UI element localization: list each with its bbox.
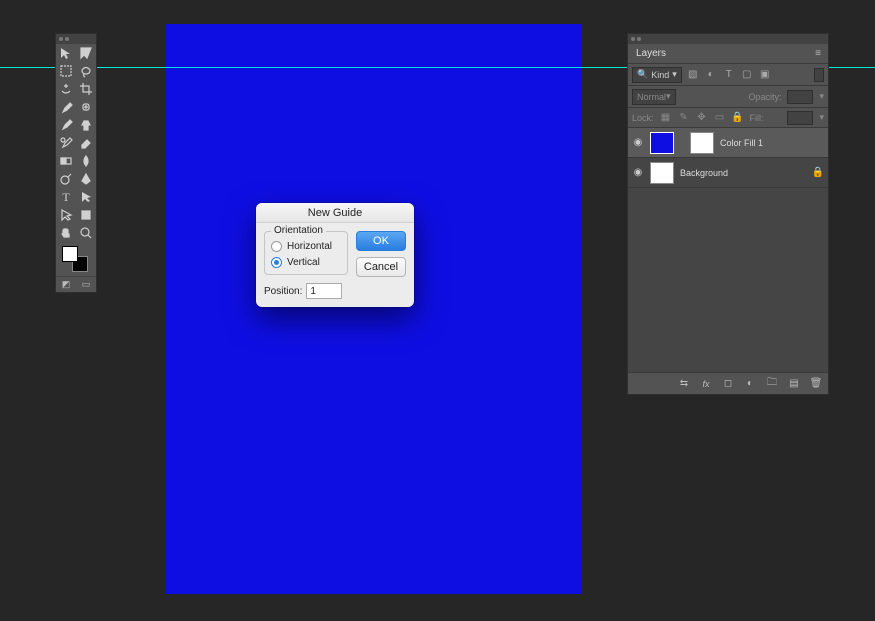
history-brush-tool-icon[interactable] [56, 134, 76, 152]
dialog-title: New Guide [256, 203, 414, 223]
layers-filter-bar: 🔍 Kind ▾ ▧ ◐ T ▢ ▣ [628, 64, 828, 86]
layer-thumbnail[interactable] [650, 132, 674, 154]
quick-mask-icon[interactable]: ◩ [61, 280, 71, 290]
healing-tool-icon[interactable] [76, 98, 96, 116]
lasso-tool-icon[interactable] [76, 62, 96, 80]
filter-pixel-icon[interactable]: ▧ [686, 68, 700, 82]
tools-footer: ◩ ▭ [56, 276, 96, 292]
layers-panel-grip[interactable] [628, 34, 828, 44]
move-tool-icon[interactable] [56, 44, 76, 62]
radio-icon[interactable] [271, 241, 282, 252]
delete-layer-icon[interactable]: 🗑 [810, 378, 822, 390]
add-mask-icon[interactable]: ◻ [722, 378, 734, 390]
tools-panel-header[interactable] [56, 34, 96, 44]
radio-label: Vertical [287, 257, 320, 268]
layers-panel: Layers ≡ 🔍 Kind ▾ ▧ ◐ T ▢ ▣ Normal ▾ Opa… [627, 33, 829, 395]
layers-lock-row: Lock: ▦ ✎ ✥ ▭ 🔒 Fill: ▾ [628, 108, 828, 128]
lock-brush-icon[interactable]: ✎ [678, 112, 690, 124]
document-canvas[interactable] [165, 24, 581, 594]
fill-label: Fill: [750, 113, 764, 123]
chevron-down-icon: ▾ [672, 69, 677, 80]
visibility-eye-icon[interactable]: ◉ [632, 137, 644, 148]
layer-thumbnail[interactable] [650, 162, 674, 184]
chevron-down-icon[interactable]: ▾ [819, 112, 824, 123]
new-guide-dialog: New Guide Orientation Horizontal Vertica… [256, 203, 414, 307]
filter-toggle[interactable] [814, 68, 824, 82]
orientation-vertical-option[interactable]: Vertical [271, 254, 341, 270]
zoom-tool-icon[interactable] [76, 224, 96, 242]
pen-tool-icon[interactable] [76, 170, 96, 188]
layers-list: ◉ Color Fill 1 ◉ Background 🔒 [628, 128, 828, 372]
eraser-tool-icon[interactable] [76, 134, 96, 152]
orientation-legend: Orientation [271, 225, 326, 236]
visibility-eye-icon[interactable]: ◉ [632, 167, 644, 178]
ok-button[interactable]: OK [356, 231, 406, 251]
tool-grid: T [56, 44, 96, 242]
filter-adjust-icon[interactable]: ◐ [704, 68, 718, 82]
position-label: Position: [264, 286, 302, 297]
layers-blend-row: Normal ▾ Opacity: ▾ [628, 86, 828, 108]
layer-filter-kind-dropdown[interactable]: 🔍 Kind ▾ [632, 67, 682, 83]
color-swatches[interactable] [56, 242, 96, 276]
layer-row[interactable]: ◉ Color Fill 1 [628, 128, 828, 158]
artboard-tool-icon[interactable] [76, 44, 96, 62]
layer-filter-kind-label: Kind [651, 70, 669, 80]
blend-mode-dropdown[interactable]: Normal ▾ [632, 89, 676, 105]
orientation-horizontal-option[interactable]: Horizontal [271, 238, 341, 254]
gradient-tool-icon[interactable] [56, 152, 76, 170]
blend-mode-value: Normal [637, 92, 666, 102]
rectangle-tool-icon[interactable] [76, 206, 96, 224]
radio-label: Horizontal [287, 241, 332, 252]
direct-select-tool-icon[interactable] [56, 206, 76, 224]
radio-icon[interactable] [271, 257, 282, 268]
path-select-tool-icon[interactable] [76, 188, 96, 206]
chevron-down-icon[interactable]: ▾ [819, 91, 824, 102]
new-layer-icon[interactable]: ▤ [788, 378, 800, 390]
lock-icon: 🔒 [812, 167, 824, 178]
new-group-icon[interactable]: 🗀 [766, 378, 778, 390]
filter-smart-icon[interactable]: ▣ [758, 68, 772, 82]
lock-position-icon[interactable]: ✥ [696, 112, 708, 124]
screen-mode-icon[interactable]: ▭ [81, 280, 91, 290]
lock-all-icon[interactable]: 🔒 [732, 112, 744, 124]
crop-tool-icon[interactable] [76, 80, 96, 98]
filter-type-icon[interactable]: T [722, 68, 736, 82]
marquee-tool-icon[interactable] [56, 62, 76, 80]
layers-tab[interactable]: Layers [628, 44, 674, 63]
lock-transparency-icon[interactable]: ▦ [660, 112, 672, 124]
clone-tool-icon[interactable] [76, 116, 96, 134]
foreground-color-swatch[interactable] [62, 246, 78, 262]
opacity-field[interactable] [787, 90, 813, 104]
fill-field[interactable] [787, 111, 813, 125]
brush-tool-icon[interactable] [56, 116, 76, 134]
hand-tool-icon[interactable] [56, 224, 76, 242]
layer-mask-thumbnail[interactable] [690, 132, 714, 154]
opacity-label: Opacity: [748, 92, 781, 102]
chevron-down-icon: ▾ [666, 91, 671, 102]
layers-panel-menu-icon[interactable]: ≡ [808, 44, 828, 63]
lock-label: Lock: [632, 113, 654, 123]
lock-artboard-icon[interactable]: ▭ [714, 112, 726, 124]
position-input[interactable]: 1 [306, 283, 342, 299]
quick-select-tool-icon[interactable] [56, 80, 76, 98]
search-icon: 🔍 [637, 69, 648, 80]
layers-tabs: Layers ≡ [628, 44, 828, 64]
fx-icon[interactable]: fx [700, 378, 712, 390]
filter-shape-icon[interactable]: ▢ [740, 68, 754, 82]
type-tool-icon[interactable]: T [56, 188, 76, 206]
layer-name[interactable]: Color Fill 1 [720, 138, 763, 148]
layer-name[interactable]: Background [680, 168, 728, 178]
blur-tool-icon[interactable] [76, 152, 96, 170]
new-adjustment-icon[interactable]: ◐ [744, 378, 756, 390]
layer-row[interactable]: ◉ Background 🔒 [628, 158, 828, 188]
eyedropper-tool-icon[interactable] [56, 98, 76, 116]
dodge-tool-icon[interactable] [56, 170, 76, 188]
tools-panel: T ◩ ▭ [55, 33, 97, 293]
orientation-fieldset: Orientation Horizontal Vertical [264, 231, 348, 275]
layers-footer: ⇆ fx ◻ ◐ 🗀 ▤ 🗑 [628, 372, 828, 394]
link-layers-icon[interactable]: ⇆ [678, 378, 690, 390]
cancel-button[interactable]: Cancel [356, 257, 406, 277]
